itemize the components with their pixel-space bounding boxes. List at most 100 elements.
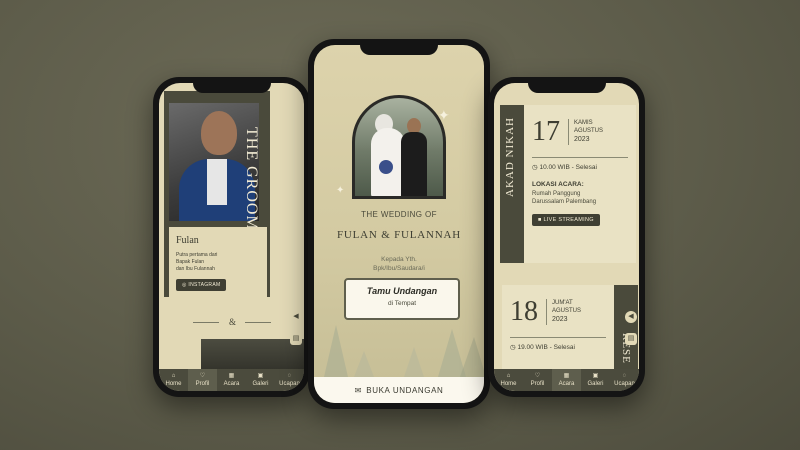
bottom-nav: ⌂ Home ♡ Profil ▦ Acara ▣ Galeri ◌ Ucapa…	[159, 369, 304, 391]
groom-card: Fulan Putra pertama dari Bapak Fulan dan…	[169, 227, 267, 301]
nav-item-home[interactable]: ⌂ Home	[494, 369, 523, 391]
sparkle-icon: ✦	[336, 185, 345, 196]
image-icon: ▣	[592, 372, 599, 379]
akad-title: AKAD NIKAH	[504, 117, 516, 197]
phone-center-cover: ✦ ✦ THE WEDDING OF FULAN & FULANNAH Kepa…	[308, 39, 490, 409]
phone-right-event: AKAD NIKAH 17 KAMIS AGUSTUS 2023 ◷ 10.00…	[488, 77, 645, 397]
guest-card: Tamu Undangan di Tempat	[344, 278, 460, 320]
phone-notch	[192, 77, 271, 93]
bottom-nav: ⌂ Home ♡ Profil ▦ Acara ▣ Galeri ◌ Ucapa…	[494, 369, 639, 391]
akad-time-text: 10.00 WIB - Selesai	[539, 164, 597, 171]
nav-item-profil[interactable]: ♡ Profil	[188, 369, 217, 391]
groom-desc-line: Putra pertama dari	[176, 252, 218, 258]
ampersand-divider: &	[193, 317, 277, 327]
instagram-button[interactable]: ◎ INSTAGRAM	[176, 279, 227, 291]
nav-item-galeri[interactable]: ▣ Galeri	[581, 369, 610, 391]
resepsi-date-info: JUM'AT AGUSTUS 2023	[546, 299, 581, 325]
heart-icon: ♡	[199, 372, 206, 379]
akad-side-panel: AKAD NIKAH	[500, 105, 524, 263]
akad-day: KAMIS	[574, 120, 593, 126]
envelope-icon: ✉	[354, 385, 362, 395]
resepsi-date: 18	[510, 296, 538, 327]
home-icon: ⌂	[171, 372, 176, 379]
recipient-greeting: Kepada Yth. Bpk/Ibu/Saudara/i	[314, 255, 484, 273]
nav-label: Galeri	[252, 380, 269, 387]
wedding-of-label: THE WEDDING OF	[361, 210, 437, 219]
nav-label: Ucapan	[279, 380, 300, 387]
bouquet	[379, 160, 393, 174]
guest-name: Tamu Undangan	[366, 286, 438, 296]
sparkle-icon: ✦	[438, 107, 450, 123]
chat-icon: ◌	[622, 372, 627, 379]
nav-item-ucapan[interactable]: ◌ Ucapan	[275, 369, 304, 391]
music-toggle-button[interactable]: ◀	[290, 311, 302, 323]
akad-card: 17 KAMIS AGUSTUS 2023 ◷ 10.00 WIB - Sele…	[524, 105, 636, 263]
resepsi-date-row: 18 JUM'AT AGUSTUS 2023	[510, 295, 606, 329]
open-invitation-label: BUKA UNDANGAN	[366, 385, 444, 395]
nav-label: Profil	[530, 380, 545, 387]
live-streaming-label: LIVE STREAMING	[543, 217, 594, 223]
akad-date-row: 17 KAMIS AGUSTUS 2023	[532, 115, 628, 149]
divider-line	[245, 322, 271, 323]
groom-desc-line: dan Ibu Fulannah	[176, 266, 215, 272]
scroll-toggle-button[interactable]: ▤	[290, 333, 302, 345]
nav-item-galeri[interactable]: ▣ Galeri	[246, 369, 275, 391]
couple-names: FULAN & FULANNAH	[336, 229, 462, 241]
chat-icon: ◌	[287, 372, 292, 379]
music-toggle-button[interactable]: ◀	[625, 311, 637, 323]
location-title: LOKASI ACARA:	[532, 181, 584, 188]
heart-icon: ♡	[534, 372, 541, 379]
nav-label: Galeri	[587, 380, 604, 387]
ampersand: &	[229, 317, 237, 327]
phone-left-groom: THE GROOM Fulan Putra pertama dari Bapak…	[153, 77, 310, 397]
scroll-icon: ▤	[627, 335, 635, 342]
akad-date-info: KAMIS AGUSTUS 2023	[568, 119, 603, 145]
akad-month: AGUSTUS	[574, 128, 604, 134]
calendar-icon: ▦	[563, 372, 570, 379]
divider-line	[193, 322, 219, 323]
scroll-icon: ▤	[292, 335, 300, 342]
resepsi-month: AGUSTUS	[552, 308, 582, 314]
divider	[532, 157, 628, 158]
nav-item-acara[interactable]: ▦ Acara	[552, 369, 581, 391]
calendar-icon: ▦	[228, 372, 235, 379]
location-line: Rumah Panggung	[532, 191, 581, 197]
couple-photo-arch	[352, 95, 446, 199]
nav-label: Ucapan	[614, 380, 635, 387]
resepsi-year: 2023	[552, 316, 568, 323]
resepsi-day: JUM'AT	[552, 300, 573, 306]
cover-screen: ✦ ✦ THE WEDDING OF FULAN & FULANNAH Kepa…	[314, 45, 484, 403]
couple-photo	[355, 98, 443, 196]
groom-name: Fulan	[176, 235, 199, 246]
phone-notch	[527, 77, 606, 93]
nav-item-acara[interactable]: ▦ Acara	[217, 369, 246, 391]
scroll-toggle-button[interactable]: ▤	[625, 333, 637, 345]
nav-label: Home	[500, 380, 517, 387]
nav-label: Home	[165, 380, 182, 387]
groom-screen: THE GROOM Fulan Putra pertama dari Bapak…	[159, 83, 304, 391]
groom-description: Putra pertama dari Bapak Fulan dan Ibu F…	[176, 252, 260, 273]
akad-date: 17	[532, 116, 560, 147]
event-screen: AKAD NIKAH 17 KAMIS AGUSTUS 2023 ◷ 10.00…	[494, 83, 639, 391]
open-invitation-button[interactable]: ✉ BUKA UNDANGAN	[314, 377, 484, 403]
speaker-icon: ◀	[628, 313, 634, 320]
greeting-line: Bpk/Ibu/Saudara/i	[373, 265, 425, 272]
nav-label: Acara	[223, 380, 240, 387]
groom-suit	[401, 132, 427, 196]
divider	[510, 337, 606, 338]
location-detail: Rumah Panggung Darussalam Palembang	[532, 190, 628, 206]
groom-desc-line: Bapak Fulan	[176, 259, 205, 265]
location-line: Darussalam Palembang	[532, 199, 597, 205]
nav-label: Profil	[195, 380, 210, 387]
greeting-line: Kepada Yth.	[381, 256, 417, 263]
home-icon: ⌂	[506, 372, 511, 379]
groom-frame: THE GROOM Fulan Putra pertama dari Bapak…	[164, 91, 270, 301]
groom-photo-head	[201, 111, 237, 155]
live-streaming-button[interactable]: ■ LIVE STREAMING	[532, 214, 600, 226]
akad-time: ◷ 10.00 WIB - Selesai	[532, 163, 628, 171]
resepsi-time-text: 19.00 WIB - Selesai	[517, 344, 575, 351]
nav-item-home[interactable]: ⌂ Home	[159, 369, 188, 391]
nav-item-ucapan[interactable]: ◌ Ucapan	[610, 369, 639, 391]
guest-place: di Tempat	[387, 300, 417, 307]
nav-item-profil[interactable]: ♡ Profil	[523, 369, 552, 391]
